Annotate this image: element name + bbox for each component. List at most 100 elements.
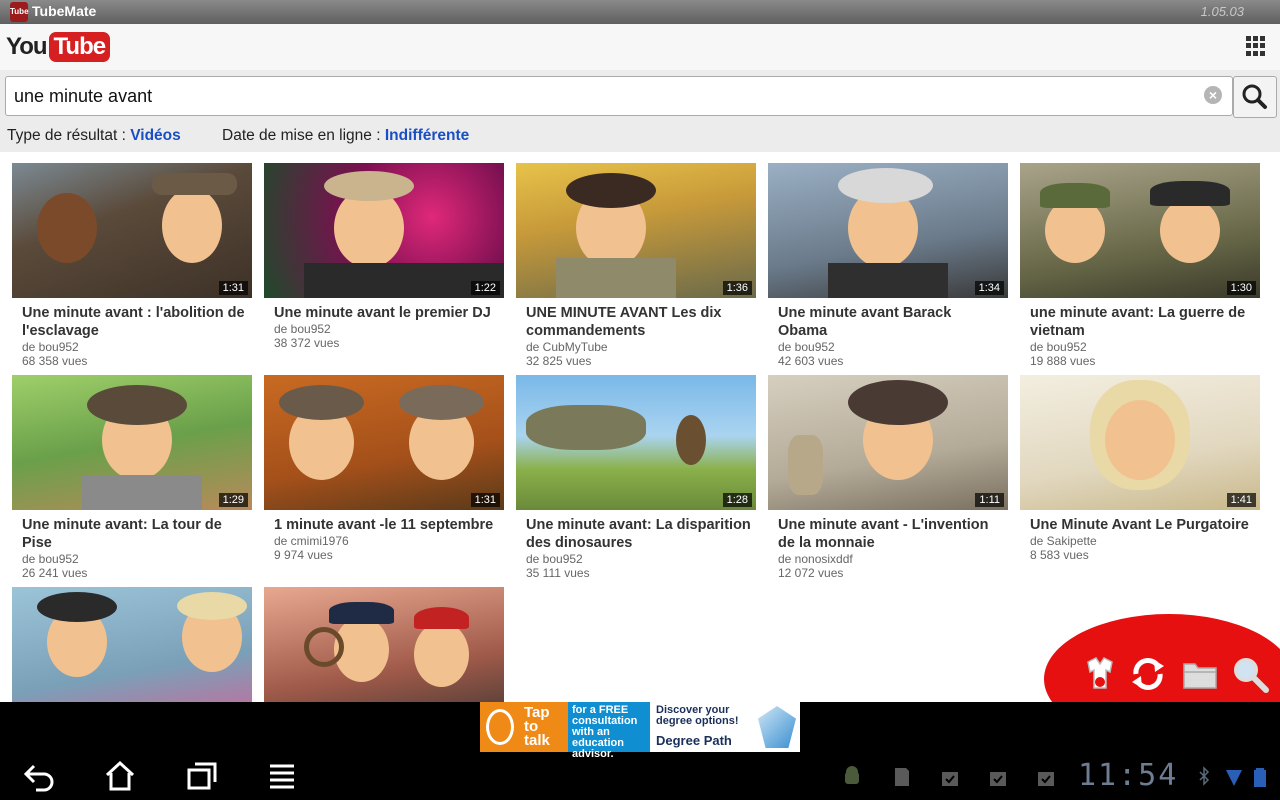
video-duration: 1:36 — [722, 281, 752, 295]
download-shirt-icon[interactable] — [1080, 654, 1120, 694]
filter-upload-date[interactable]: Date de mise en ligne : Indifférente — [222, 127, 469, 145]
video-card[interactable]: 1:28 Une minute avant: La disparition de… — [516, 375, 756, 580]
video-duration: 1:28 — [722, 493, 752, 507]
video-thumbnail[interactable] — [264, 587, 504, 702]
video-title[interactable]: UNE MINUTE AVANT Les dix commandements — [526, 304, 751, 340]
app-name: TubeMate — [32, 3, 97, 19]
video-thumbnail[interactable] — [12, 587, 252, 702]
video-title[interactable]: 1 minute avant -le 11 septembre — [274, 516, 499, 534]
filter-result-type[interactable]: Type de résultat : Vidéos — [7, 127, 181, 145]
search-box: × — [5, 76, 1233, 116]
home-icon[interactable] — [104, 760, 136, 792]
video-duration: 1:34 — [974, 281, 1004, 295]
video-author: de Sakipette — [1030, 534, 1097, 548]
video-card[interactable]: 1:41 Une Minute Avant Le Purgatoire de S… — [1020, 375, 1260, 562]
wifi-icon — [1226, 770, 1242, 786]
apps-grid-icon[interactable] — [1246, 36, 1266, 56]
video-thumbnail[interactable]: 1:11 — [768, 375, 1008, 510]
youtube-logo[interactable]: You Tube — [6, 32, 111, 62]
video-thumbnail[interactable]: 1:28 — [516, 375, 756, 510]
video-title[interactable]: une minute avant: La guerre de vietnam — [1030, 304, 1255, 340]
ad-tap-to-talk[interactable]: Tap to talk — [480, 702, 568, 752]
recent-apps-icon[interactable] — [186, 760, 218, 792]
results-grid: 1:31 Une minute avant : l'abolition de l… — [0, 152, 1280, 702]
youtube-logo-tube: Tube — [48, 32, 111, 62]
video-views: 32 825 vues — [526, 354, 592, 368]
video-card[interactable] — [12, 587, 252, 702]
video-author: de nonosixddf — [778, 552, 853, 566]
video-card[interactable]: 1:22 Une minute avant le premier DJ de b… — [264, 163, 504, 350]
video-author: de bou952 — [22, 340, 79, 354]
video-duration: 1:31 — [470, 493, 500, 507]
search-input[interactable] — [12, 85, 1176, 108]
video-thumbnail[interactable]: 1:29 — [12, 375, 252, 510]
video-author: de bou952 — [526, 552, 583, 566]
video-views: 19 888 vues — [1030, 354, 1096, 368]
ad-tap-text: Tap to talk — [524, 704, 550, 749]
video-title[interactable]: Une minute avant - L'invention de la mon… — [778, 516, 1003, 552]
download-complete-icon — [1038, 772, 1054, 786]
clear-search-icon[interactable]: × — [1204, 86, 1222, 104]
refresh-icon[interactable] — [1128, 654, 1168, 694]
system-navigation-bar: Tap to talk for a FREE consultation with… — [0, 702, 1280, 800]
search-row: × — [0, 70, 1280, 122]
video-author: de bou952 — [274, 322, 331, 336]
video-duration: 1:31 — [218, 281, 248, 295]
video-author: de cmimi1976 — [274, 534, 349, 548]
menu-icon[interactable] — [268, 760, 296, 792]
video-card[interactable]: 1:31 Une minute avant : l'abolition de l… — [12, 163, 252, 368]
tubemate-logo-icon: Tube — [10, 2, 29, 22]
video-title[interactable]: Une minute avant: La tour de Pise — [22, 516, 247, 552]
search-icon[interactable] — [1230, 654, 1270, 694]
youtube-header: You Tube — [0, 24, 1280, 71]
back-icon[interactable] — [22, 760, 58, 792]
search-button[interactable] — [1233, 76, 1277, 118]
ad-degree-tagline: Discover your degree options! — [656, 704, 739, 727]
video-thumbnail[interactable]: 1:22 — [264, 163, 504, 298]
video-title[interactable]: Une minute avant : l'abolition de l'escl… — [22, 304, 247, 340]
phone-icon — [486, 709, 514, 745]
filter-result-type-label: Type de résultat : — [7, 127, 126, 144]
video-title[interactable]: Une minute avant: La disparition des din… — [526, 516, 751, 552]
video-card[interactable]: 1:30 une minute avant: La guerre de viet… — [1020, 163, 1260, 368]
video-thumbnail[interactable]: 1:30 — [1020, 163, 1260, 298]
video-author: de bou952 — [22, 552, 79, 566]
video-author: de bou952 — [1030, 340, 1087, 354]
filter-upload-date-value[interactable]: Indifférente — [385, 127, 469, 144]
video-card[interactable]: 1:29 Une minute avant: La tour de Pise d… — [12, 375, 252, 580]
video-thumbnail[interactable]: 1:36 — [516, 163, 756, 298]
video-thumbnail[interactable]: 1:31 — [12, 163, 252, 298]
video-card[interactable]: 1:34 Une minute avant Barack Obama de bo… — [768, 163, 1008, 368]
sd-card-icon — [895, 768, 909, 786]
battery-icon — [1254, 768, 1266, 787]
android-debug-icon — [845, 766, 859, 784]
ad-burst-graphic — [758, 706, 796, 748]
video-card[interactable] — [264, 587, 504, 702]
search-filters: Type de résultat : Vidéos Date de mise e… — [0, 122, 1280, 152]
video-views: 9 974 vues — [274, 548, 333, 562]
video-title[interactable]: Une minute avant Barack Obama — [778, 304, 1003, 340]
video-views: 42 603 vues — [778, 354, 844, 368]
video-views: 8 583 vues — [1030, 548, 1089, 562]
video-views: 35 111 vues — [526, 566, 590, 580]
video-thumbnail[interactable]: 1:31 — [264, 375, 504, 510]
download-complete-icon — [990, 772, 1006, 786]
ad-banner[interactable]: Tap to talk for a FREE consultation with… — [480, 702, 800, 760]
video-thumbnail[interactable]: 1:41 — [1020, 375, 1260, 510]
app-version: 1.05.03 — [1200, 4, 1244, 19]
ad-consultation-text: for a FREE consultation with an educatio… — [568, 702, 650, 760]
folder-icon[interactable] — [1180, 654, 1220, 694]
video-title[interactable]: Une Minute Avant Le Purgatoire — [1030, 516, 1255, 534]
ad-degree-path: Discover your degree options! Degree Pat… — [650, 702, 800, 752]
video-duration: 1:11 — [975, 493, 1004, 507]
video-thumbnail[interactable]: 1:34 — [768, 163, 1008, 298]
video-views: 68 358 vues — [22, 354, 88, 368]
video-views: 38 372 vues — [274, 336, 340, 350]
video-card[interactable]: 1:11 Une minute avant - L'invention de l… — [768, 375, 1008, 580]
search-icon — [1242, 84, 1267, 109]
video-card[interactable]: 1:36 UNE MINUTE AVANT Les dix commandeme… — [516, 163, 756, 368]
filter-result-type-value[interactable]: Vidéos — [130, 127, 181, 144]
video-title[interactable]: Une minute avant le premier DJ — [274, 304, 499, 322]
filter-upload-date-label: Date de mise en ligne : — [222, 127, 381, 144]
video-card[interactable]: 1:31 1 minute avant -le 11 septembre de … — [264, 375, 504, 562]
